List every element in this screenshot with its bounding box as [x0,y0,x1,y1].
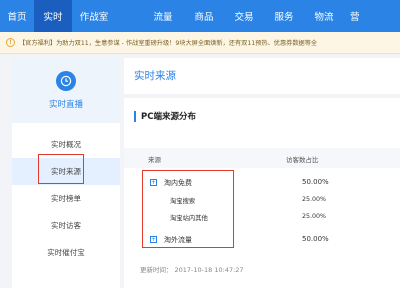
highlight-box-sidebar [38,154,84,184]
sidebar-menu: 实时概况 实时来源 实时榜单 实时访客 实时催付宝 [12,123,120,266]
top-nav: 首页 实时 作战室 流量 商品 交易 服务 物流 营 [0,0,400,32]
sidebar-title: 实时直播 [48,100,83,110]
nav-item-logistics[interactable]: 物流 [304,0,344,32]
row-share-value: 50.00% [302,235,329,243]
clock-icon [56,71,76,91]
sidebar-item-payment-reminder[interactable]: 实时催付宝 [12,239,120,266]
sidebar-item-visitors[interactable]: 实时访客 [12,212,120,239]
page-title: 实时来源 [134,70,176,82]
nav-item-home[interactable]: 首页 [0,0,34,32]
section-divider [124,94,400,98]
sidebar-header: 实时直播 [12,58,120,123]
update-time-value: 2017-10-18 10:47:27 [174,266,244,274]
nav-item-marketing[interactable]: 营 [344,0,372,32]
notice-bar: ! 【官方福利】为助力双11，生意参谋 - 作战室重磅升级！9块大屏全面焕新，还… [0,32,400,54]
section-accent-bar [134,110,136,122]
row-share-value: 50.00% [302,178,329,186]
nav-item-realtime[interactable]: 实时 [34,0,72,32]
nav-item-products[interactable]: 商品 [184,0,224,32]
row-share-value: 25.00% [302,196,327,203]
column-header-source: 来源 [148,156,161,164]
sidebar-item-ranking[interactable]: 实时榜单 [12,185,120,212]
update-time: 更新时间： 2017-10-18 10:47:27 [140,264,244,274]
highlight-box-table [142,170,234,248]
nav-item-traffic[interactable]: 流量 [142,0,184,32]
column-header-share: 访客数占比 [286,156,319,164]
nav-item-trade[interactable]: 交易 [224,0,264,32]
exclamation-icon: ! [6,38,15,47]
section-header: PC端来源分布 [134,110,196,122]
nav-item-service[interactable]: 服务 [264,0,304,32]
update-time-label: 更新时间： [140,266,173,274]
nav-divider [116,0,142,32]
notice-text[interactable]: 【官方福利】为助力双11，生意参谋 - 作战室重磅升级！9块大屏全面焕新，还有双… [19,38,317,47]
section-title: PC端来源分布 [141,112,196,122]
table-header: 来源 访客数占比 [124,148,400,168]
nav-item-war-room[interactable]: 作战室 [72,0,116,32]
row-share-value: 25.00% [302,213,327,220]
